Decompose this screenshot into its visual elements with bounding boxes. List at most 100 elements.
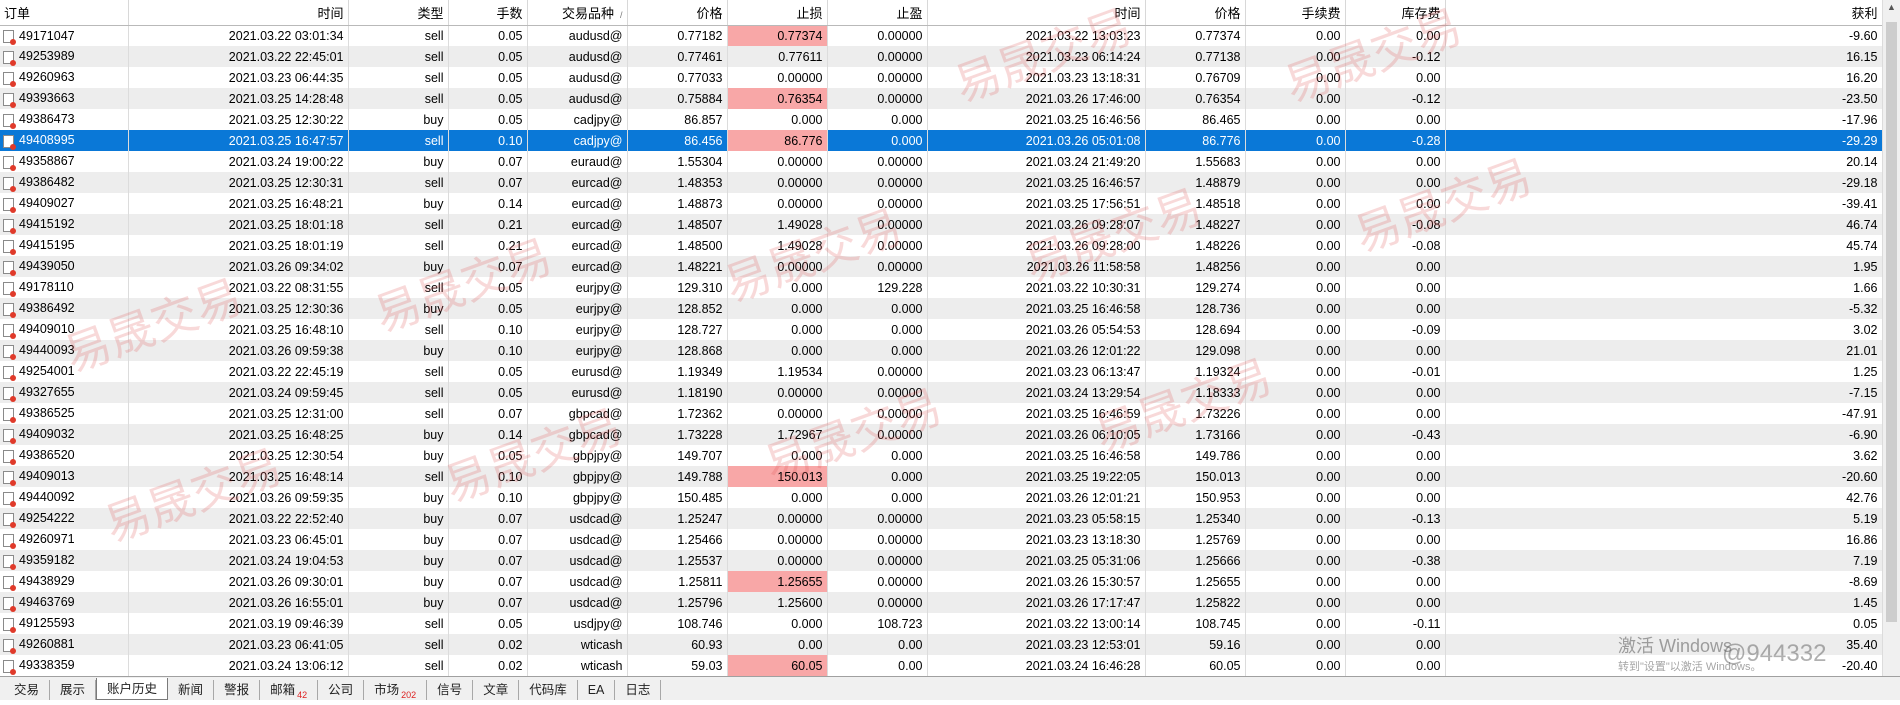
cell-col-1: 2021.03.22 22:45:01 [128, 46, 349, 67]
column-header-label: 价格 [1214, 5, 1241, 21]
table-row[interactable]: 49254001 2021.03.22 22:45:19 sell 0.05 eurus… [0, 361, 1882, 382]
table-row[interactable]: 49409027 2021.03.25 16:48:21 buy 0.14 eurcad… [0, 193, 1882, 214]
scroll-up-arrow-icon[interactable]: ▲ [1887, 2, 1896, 12]
table-row[interactable]: 49438929 2021.03.26 09:30:01 buy 0.07 usdcad… [0, 571, 1882, 592]
cell-col-5: 1.48353 [627, 172, 728, 193]
tab-3[interactable]: 新闻 [168, 680, 215, 700]
table-row[interactable]: 49125593 2021.03.19 09:46:39 sell 0.05 usdjp… [0, 613, 1882, 634]
tab-5[interactable]: 邮箱 42 [260, 680, 319, 700]
table-row[interactable]: 49409013 2021.03.25 16:48:14 sell 0.10 gbpjp… [0, 466, 1882, 487]
column-header-0[interactable]: 订单 [0, 0, 129, 26]
cell-value: 0.07 [498, 175, 523, 190]
table-row[interactable]: 49440093 2021.03.26 09:59:38 buy 0.10 eurjpy… [0, 340, 1882, 361]
tab-6[interactable]: 公司 [318, 680, 365, 700]
table-row[interactable]: 49171047 2021.03.22 03:01:34 sell 0.05 audus… [0, 25, 1882, 46]
cell-col-4: wticash [527, 634, 628, 655]
cell-col-3: 0.21 [448, 235, 528, 256]
tab-7[interactable]: 市场 202 [364, 680, 428, 700]
cell-col-7: 108.723 [827, 613, 928, 634]
cell-value: 0.00 [1316, 154, 1341, 169]
cell-col-6: 0.000 [727, 319, 828, 340]
table-row[interactable]: 49358867 2021.03.24 19:00:22 buy 0.07 euraud… [0, 151, 1882, 172]
table-row[interactable]: 49254222 2021.03.22 22:52:40 buy 0.07 usdcad… [0, 508, 1882, 529]
column-header-12[interactable]: 获利 [1445, 0, 1882, 26]
cell-value: 49260963 [19, 70, 75, 85]
tab-11[interactable]: EA [578, 680, 616, 700]
cell-col-2: buy [348, 550, 449, 571]
table-row[interactable]: 49386473 2021.03.25 12:30:22 buy 0.05 cadjpy… [0, 109, 1882, 130]
table-row[interactable]: 49409010 2021.03.25 16:48:10 sell 0.10 eurjp… [0, 319, 1882, 340]
tab-9[interactable]: 文章 [473, 680, 520, 700]
cell-col-11: 0.00 [1345, 109, 1446, 130]
column-header-11[interactable]: 库存费 [1345, 0, 1446, 26]
cell-col-5: 149.788 [627, 466, 728, 487]
tab-4[interactable]: 警报 [214, 680, 261, 700]
table-row[interactable]: 49409032 2021.03.25 16:48:25 buy 0.14 gbpcad… [0, 424, 1882, 445]
column-header-label: 订单 [4, 5, 31, 21]
table-row[interactable]: 49386492 2021.03.25 12:30:36 buy 0.05 eurjpy… [0, 298, 1882, 319]
column-header-1[interactable]: 时间 [128, 0, 349, 26]
table-row[interactable]: 49408995 2021.03.25 16:47:57 sell 0.10 cadjp… [0, 130, 1882, 151]
tab-10[interactable]: 代码库 [519, 680, 578, 700]
cell-col-7: 0.00000 [827, 424, 928, 445]
cell-col-3: 0.05 [448, 445, 528, 466]
tab-0[interactable]: 交易 [4, 680, 51, 700]
cell-col-8: 2021.03.24 16:46:28 [927, 655, 1146, 676]
table-row[interactable]: 49415192 2021.03.25 18:01:18 sell 0.21 eurca… [0, 214, 1882, 235]
cell-value: 0.00000 [777, 70, 823, 85]
cell-value: gbpjpy@ [572, 448, 623, 463]
table-row[interactable]: 49393663 2021.03.25 14:28:48 sell 0.05 audus… [0, 88, 1882, 109]
table-row[interactable]: 49386520 2021.03.25 12:30:54 buy 0.05 gbpjpy… [0, 445, 1882, 466]
table-row[interactable]: 49415195 2021.03.25 18:01:19 sell 0.21 eurca… [0, 235, 1882, 256]
table-row[interactable]: 49386482 2021.03.25 12:30:31 sell 0.07 eurca… [0, 172, 1882, 193]
column-header-8[interactable]: 时间 [927, 0, 1146, 26]
column-header-3[interactable]: 手数 [448, 0, 528, 26]
tab-2[interactable]: 账户历史 [96, 678, 169, 700]
cell-col-2: buy [348, 529, 449, 550]
cell-col-1: 2021.03.26 16:55:01 [128, 592, 349, 613]
column-header-2[interactable]: 类型 [348, 0, 449, 26]
cell-value: 49438929 [19, 574, 75, 589]
order-document-icon [3, 617, 16, 633]
table-row[interactable]: 49338359 2021.03.24 13:06:12 sell 0.02 wtica… [0, 655, 1882, 676]
cell-value: 2021.03.22 22:52:40 [228, 511, 344, 526]
table-row[interactable]: 49327655 2021.03.24 09:59:45 sell 0.05 eurus… [0, 382, 1882, 403]
cell-value: euraud@ [570, 154, 623, 169]
cell-col-6: 0.00000 [727, 67, 828, 88]
cell-value: 0.21 [498, 217, 523, 232]
table-row[interactable]: 49178110 2021.03.22 08:31:55 sell 0.05 eurjp… [0, 277, 1882, 298]
cell-col-0: 49439050 [0, 256, 129, 277]
scroll-thumb[interactable] [1886, 22, 1897, 622]
cell-col-12: 35.40 [1445, 634, 1882, 655]
tab-12[interactable]: 日志 [615, 680, 662, 700]
table-row[interactable]: 49359182 2021.03.24 19:04:53 buy 0.07 usdcad… [0, 550, 1882, 571]
column-header-4[interactable]: 交易品种 / [527, 0, 628, 26]
cell-col-0: 49386482 [0, 172, 129, 193]
table-row[interactable]: 49439050 2021.03.26 09:34:02 buy 0.07 eurcad… [0, 256, 1882, 277]
column-header-9[interactable]: 价格 [1145, 0, 1246, 26]
table-row[interactable]: 49440092 2021.03.26 09:59:35 buy 0.10 gbpjpy… [0, 487, 1882, 508]
cell-col-3: 0.05 [448, 361, 528, 382]
table-row[interactable]: 49260881 2021.03.23 06:41:05 sell 0.02 wtica… [0, 634, 1882, 655]
cell-value: audusd@ [568, 49, 623, 64]
cell-col-1: 2021.03.25 12:30:54 [128, 445, 349, 466]
table-row[interactable]: 49386525 2021.03.25 12:31:00 sell 0.07 gbpca… [0, 403, 1882, 424]
table-row[interactable]: 49260963 2021.03.23 06:44:35 sell 0.05 audus… [0, 67, 1882, 88]
column-header-6[interactable]: 止损 [727, 0, 828, 26]
cell-col-1: 2021.03.25 16:48:21 [128, 193, 349, 214]
cell-col-0: 49358867 [0, 151, 129, 172]
column-header-5[interactable]: 价格 [627, 0, 728, 26]
column-header-7[interactable]: 止盈 [827, 0, 928, 26]
account-history-grid[interactable]: 订单 时间 类型 手数 交易品种 / 价格 止损 止盈 时间 价格 手续费 库存费 获利 49171047… [0, 0, 1882, 676]
vertical-scrollbar[interactable]: ▲ [1882, 0, 1900, 676]
cell-value: 0.00 [1416, 28, 1441, 43]
cell-value: 46.74 [1846, 217, 1878, 232]
tab-8[interactable]: 信号 [427, 680, 474, 700]
table-row[interactable]: 49253989 2021.03.22 22:45:01 sell 0.05 audus… [0, 46, 1882, 67]
column-header-10[interactable]: 手续费 [1245, 0, 1346, 26]
cell-col-2: sell [348, 67, 449, 88]
cell-value: 0.00000 [777, 154, 823, 169]
tab-1[interactable]: 展示 [50, 680, 97, 700]
table-row[interactable]: 49463769 2021.03.26 16:55:01 buy 0.07 usdcad… [0, 592, 1882, 613]
table-row[interactable]: 49260971 2021.03.23 06:45:01 buy 0.07 usdcad… [0, 529, 1882, 550]
